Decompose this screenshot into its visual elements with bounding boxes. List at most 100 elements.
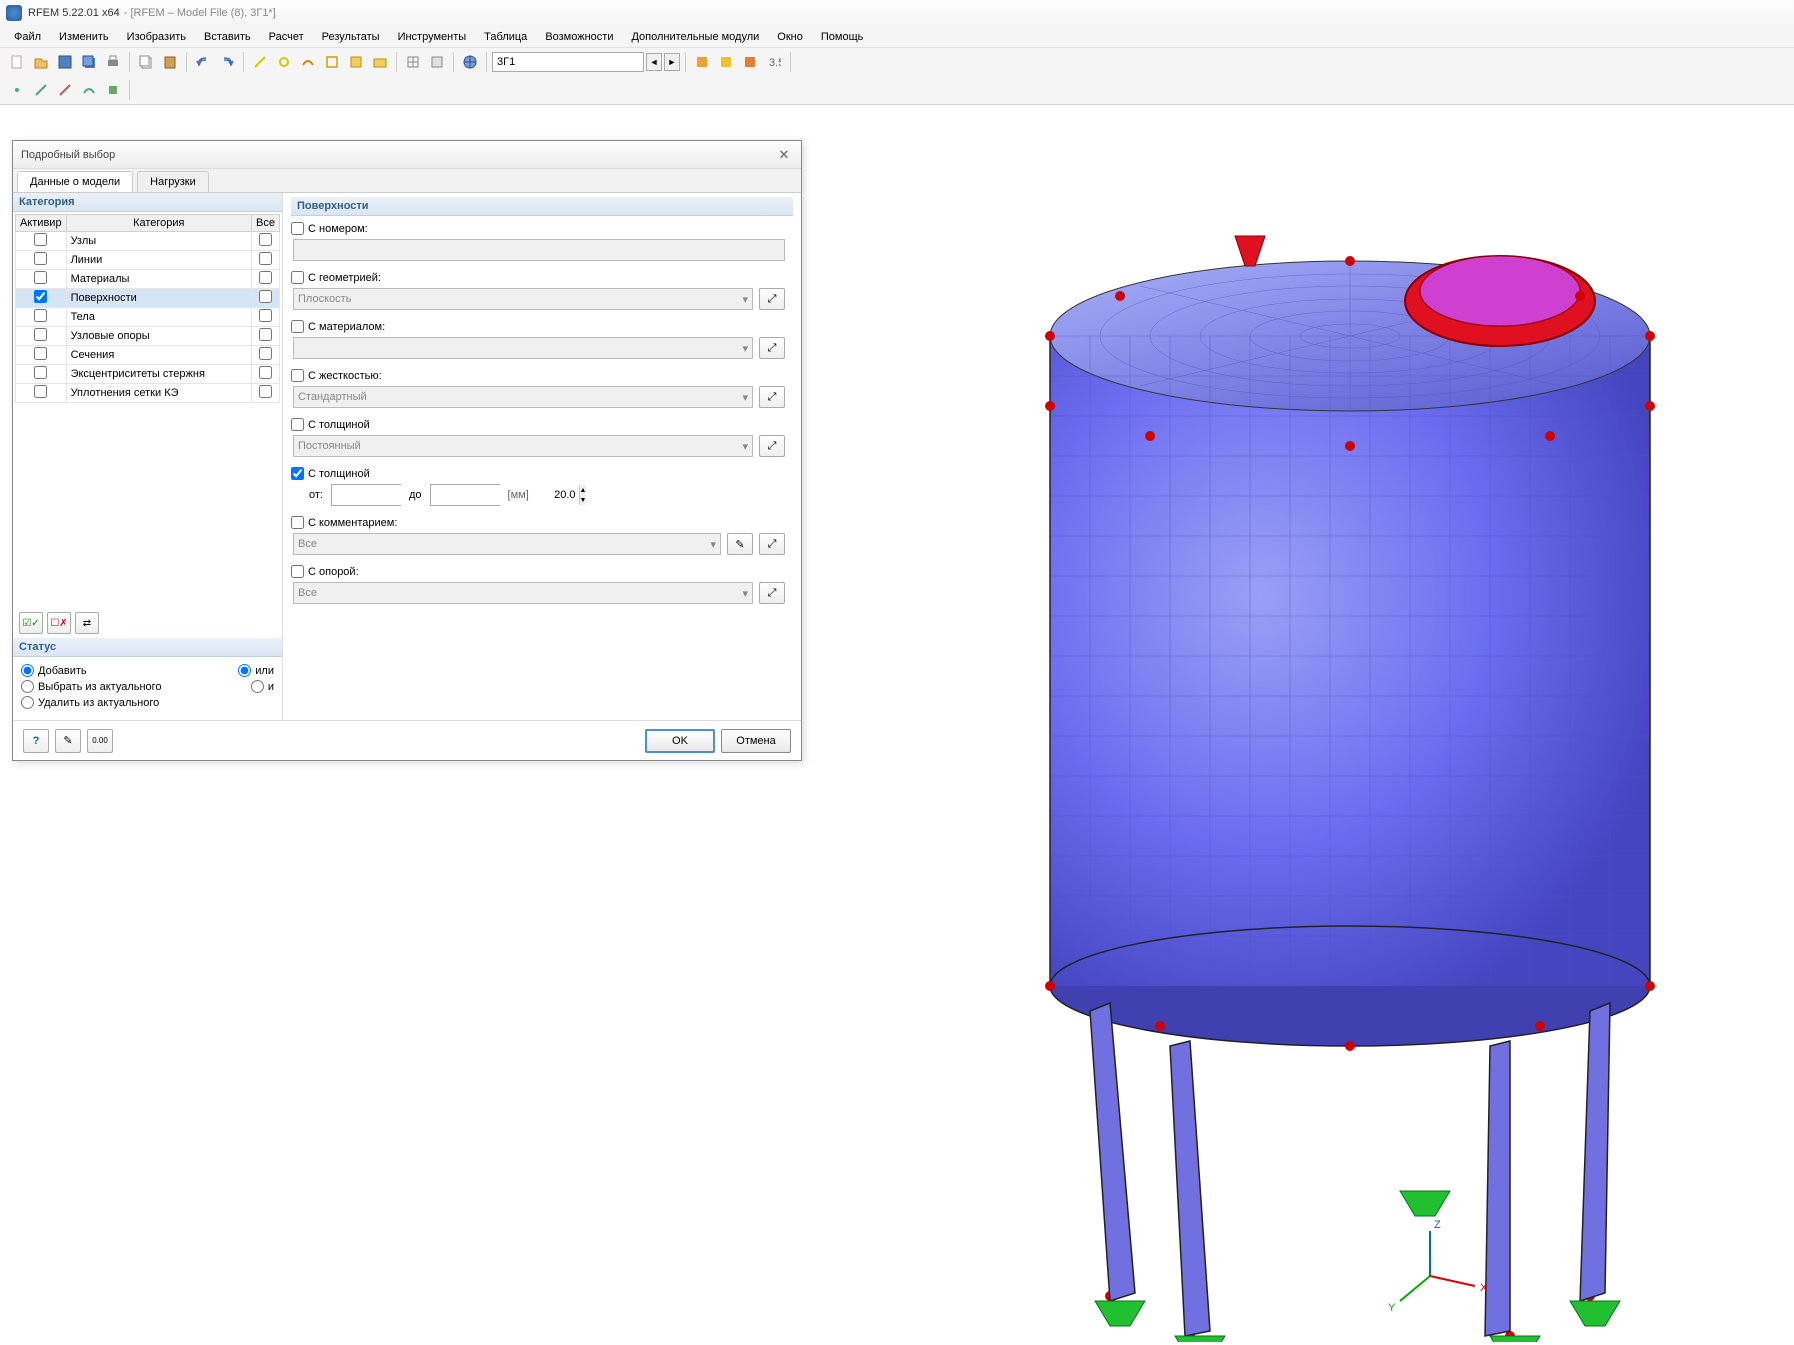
category-row-6[interactable]: Сечения bbox=[16, 346, 280, 365]
category-row-4[interactable]: Тела bbox=[16, 308, 280, 327]
geometry-pick-icon[interactable]: ⤢ bbox=[759, 288, 785, 310]
row-active-check[interactable] bbox=[34, 366, 47, 379]
with-comment-check[interactable]: С комментарием: bbox=[291, 516, 785, 529]
category-row-0[interactable]: Узлы bbox=[16, 232, 280, 251]
tool-8-icon[interactable] bbox=[426, 51, 448, 73]
redo-icon[interactable] bbox=[216, 51, 238, 73]
row-active-check[interactable] bbox=[34, 328, 47, 341]
t2-4-icon[interactable] bbox=[78, 79, 100, 101]
dialog-titlebar[interactable]: Подробный выбор ✕ bbox=[13, 141, 801, 169]
category-row-2[interactable]: Материалы bbox=[16, 270, 280, 289]
rtool-3-icon[interactable] bbox=[739, 51, 761, 73]
comment-edit-icon[interactable]: ✎ bbox=[727, 533, 753, 555]
new-icon[interactable] bbox=[6, 51, 28, 73]
row-all-check[interactable] bbox=[259, 233, 272, 246]
thickness-type-pick-icon[interactable]: ⤢ bbox=[759, 435, 785, 457]
number-input[interactable] bbox=[293, 239, 785, 261]
ok-button[interactable]: OK bbox=[645, 729, 715, 753]
menu-addons[interactable]: Дополнительные модули bbox=[623, 29, 767, 45]
menu-calc[interactable]: Расчет bbox=[261, 29, 312, 45]
rtool-2-icon[interactable] bbox=[715, 51, 737, 73]
tool-3-icon[interactable] bbox=[297, 51, 319, 73]
row-active-check[interactable] bbox=[34, 252, 47, 265]
menu-file[interactable]: Файл bbox=[6, 29, 49, 45]
print-icon[interactable] bbox=[102, 51, 124, 73]
material-pick-icon[interactable]: ⤢ bbox=[759, 337, 785, 359]
paste-icon[interactable] bbox=[159, 51, 181, 73]
menu-options[interactable]: Возможности bbox=[537, 29, 621, 45]
status-or[interactable]: или bbox=[238, 664, 274, 677]
thickness-to-spinner[interactable]: ▲▼ bbox=[430, 484, 500, 506]
with-stiffness-check[interactable]: С жесткостью: bbox=[291, 369, 785, 382]
tool-5-icon[interactable] bbox=[345, 51, 367, 73]
row-active-check[interactable] bbox=[34, 347, 47, 360]
with-number-check[interactable]: С номером: bbox=[291, 222, 785, 235]
toggle-button[interactable]: ⇄ bbox=[75, 612, 99, 634]
row-active-check[interactable] bbox=[34, 290, 47, 303]
row-all-check[interactable] bbox=[259, 309, 272, 322]
save-icon[interactable] bbox=[54, 51, 76, 73]
undo-icon[interactable] bbox=[192, 51, 214, 73]
row-active-check[interactable] bbox=[34, 233, 47, 246]
t2-3-icon[interactable] bbox=[54, 79, 76, 101]
menu-edit[interactable]: Изменить bbox=[51, 29, 117, 45]
row-active-check[interactable] bbox=[34, 385, 47, 398]
t2-1-icon[interactable] bbox=[6, 79, 28, 101]
grid-icon[interactable] bbox=[402, 51, 424, 73]
rtool-1-icon[interactable] bbox=[691, 51, 713, 73]
row-active-check[interactable] bbox=[34, 271, 47, 284]
category-row-7[interactable]: Эксцентриситеты стержня bbox=[16, 365, 280, 384]
category-row-5[interactable]: Узловые опоры bbox=[16, 327, 280, 346]
globe-icon[interactable] bbox=[459, 51, 481, 73]
menu-insert[interactable]: Вставить bbox=[196, 29, 259, 45]
comment-pick-icon[interactable]: ⤢ bbox=[759, 533, 785, 555]
help-icon[interactable]: ? bbox=[23, 729, 49, 753]
status-add[interactable]: Добавить bbox=[21, 664, 87, 677]
t2-5-icon[interactable] bbox=[102, 79, 124, 101]
category-row-8[interactable]: Уплотнения сетки КЭ bbox=[16, 384, 280, 403]
t2-2-icon[interactable] bbox=[30, 79, 52, 101]
comment-combo[interactable]: Все bbox=[293, 533, 721, 555]
stiffness-pick-icon[interactable]: ⤢ bbox=[759, 386, 785, 408]
menu-help[interactable]: Помощь bbox=[813, 29, 872, 45]
combo-prev[interactable]: ◄ bbox=[646, 53, 662, 71]
tool-4-icon[interactable] bbox=[321, 51, 343, 73]
support-combo[interactable]: Все bbox=[293, 582, 753, 604]
menu-results[interactable]: Результаты bbox=[314, 29, 388, 45]
saveall-icon[interactable] bbox=[78, 51, 100, 73]
open-icon[interactable] bbox=[30, 51, 52, 73]
rtool-4-icon[interactable]: 3.55 bbox=[763, 51, 785, 73]
support-pick-icon[interactable]: ⤢ bbox=[759, 582, 785, 604]
with-thickness-check[interactable]: С толщиной bbox=[291, 467, 785, 480]
row-active-check[interactable] bbox=[34, 309, 47, 322]
close-icon[interactable]: ✕ bbox=[775, 146, 793, 164]
row-all-check[interactable] bbox=[259, 328, 272, 341]
status-remove-from[interactable]: Удалить из актуального bbox=[21, 696, 159, 709]
geometry-combo[interactable]: Плоскость bbox=[293, 288, 753, 310]
combo-next[interactable]: ► bbox=[664, 53, 680, 71]
loadcase-combo[interactable] bbox=[492, 52, 644, 72]
uncheck-all-button[interactable]: ☐✗ bbox=[47, 612, 71, 634]
tool-6-icon[interactable] bbox=[369, 51, 391, 73]
copy-icon[interactable] bbox=[135, 51, 157, 73]
tool-2-icon[interactable] bbox=[273, 51, 295, 73]
edit-icon[interactable]: ✎ bbox=[55, 729, 81, 753]
thickness-from-spinner[interactable]: ▲▼ bbox=[331, 484, 401, 506]
material-combo[interactable] bbox=[293, 337, 753, 359]
with-thickness-type-check[interactable]: С толщиной bbox=[291, 418, 785, 431]
tool-1-icon[interactable] bbox=[249, 51, 271, 73]
row-all-check[interactable] bbox=[259, 290, 272, 303]
settings-icon[interactable]: 0.00 bbox=[87, 729, 113, 753]
tab-model-data[interactable]: Данные о модели bbox=[17, 171, 133, 192]
menu-window[interactable]: Окно bbox=[769, 29, 811, 45]
status-select-from[interactable]: Выбрать из актуального bbox=[21, 680, 162, 693]
row-all-check[interactable] bbox=[259, 385, 272, 398]
row-all-check[interactable] bbox=[259, 252, 272, 265]
menu-tools[interactable]: Инструменты bbox=[390, 29, 475, 45]
with-geometry-check[interactable]: С геометрией: bbox=[291, 271, 785, 284]
category-row-3[interactable]: Поверхности bbox=[16, 289, 280, 308]
row-all-check[interactable] bbox=[259, 366, 272, 379]
status-and[interactable]: и bbox=[251, 680, 274, 693]
row-all-check[interactable] bbox=[259, 271, 272, 284]
category-row-1[interactable]: Линии bbox=[16, 251, 280, 270]
